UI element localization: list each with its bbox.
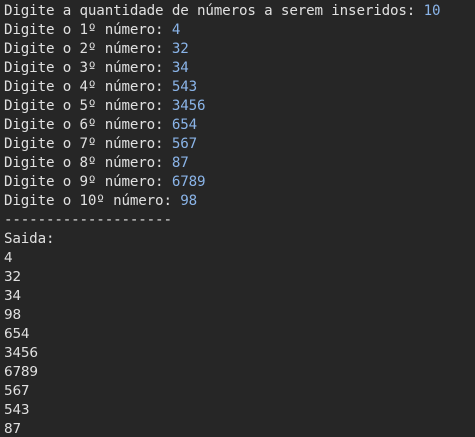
input-value: 3456 <box>171 98 206 114</box>
output-value: 98 <box>4 307 21 323</box>
output-value: 3456 <box>4 345 38 361</box>
input-value: 4 <box>171 22 181 38</box>
console-output: Digite a quantidade de números a serem i… <box>0 0 475 437</box>
prompt-text: Digite o 9º número: <box>4 174 172 190</box>
output-value: 567 <box>4 383 30 399</box>
input-value: 654 <box>171 117 198 133</box>
prompt-text: Digite o 10º número: <box>4 193 181 209</box>
output-value: 32 <box>4 269 21 285</box>
output-value: 34 <box>4 288 21 304</box>
prompt-text: Digite o 2º número: <box>4 41 172 57</box>
input-value: 543 <box>171 79 198 95</box>
prompt-text: Digite a quantidade de números a serem i… <box>4 3 424 19</box>
input-value: 567 <box>171 136 198 152</box>
prompt-text: Digite o 4º número: <box>4 79 172 95</box>
output-label: Saida: <box>4 231 55 247</box>
prompt-text: Digite o 8º número: <box>4 155 172 171</box>
prompt-line: Digite o 7º número: 567 <box>4 135 475 154</box>
prompt-text: Digite o 5º número: <box>4 98 172 114</box>
prompt-text: Digite o 3º número: <box>4 60 172 76</box>
prompt-text: Digite o 1º número: <box>4 22 172 38</box>
input-value: 32 <box>171 41 189 57</box>
separator-line: -------------------- <box>4 212 172 228</box>
prompt-line: Digite o 1º número: 4 <box>4 21 475 40</box>
input-value: 87 <box>171 155 189 171</box>
output-value: 87 <box>4 421 21 437</box>
prompt-text: Digite o 6º número: <box>4 117 172 133</box>
prompt-line: Digite o 8º número: 87 <box>4 154 475 173</box>
prompt-line: Digite o 6º número: 654 <box>4 116 475 135</box>
prompt-line: Digite a quantidade de números a serem i… <box>4 2 475 21</box>
prompt-line: Digite o 9º número: 6789 <box>4 173 475 192</box>
input-value: 10 <box>423 3 441 19</box>
input-value: 6789 <box>171 174 206 190</box>
output-value: 6789 <box>4 364 38 380</box>
output-value: 4 <box>4 250 13 266</box>
prompt-text: Digite o 7º número: <box>4 136 172 152</box>
input-value: 98 <box>180 193 198 209</box>
input-value: 34 <box>171 60 189 76</box>
prompt-line: Digite o 3º número: 34 <box>4 59 475 78</box>
output-value: 543 <box>4 402 30 418</box>
prompt-line: Digite o 10º número: 98 <box>4 192 475 211</box>
prompt-line: Digite o 4º número: 543 <box>4 78 475 97</box>
prompt-line: Digite o 5º número: 3456 <box>4 97 475 116</box>
output-value: 654 <box>4 326 30 342</box>
prompt-line: Digite o 2º número: 32 <box>4 40 475 59</box>
